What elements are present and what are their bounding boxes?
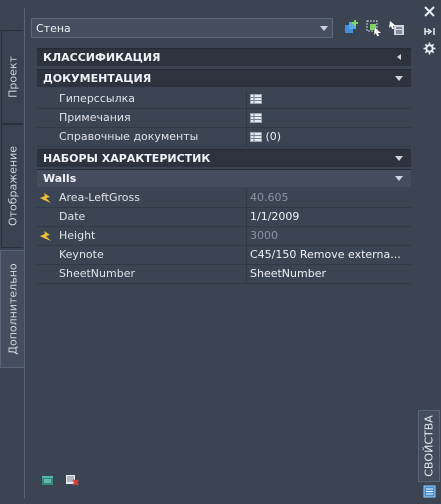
property-name: Гиперссылка: [59, 92, 135, 105]
property-name: Справочные документы: [59, 130, 199, 143]
property-name: Date: [59, 210, 86, 223]
section-property-sets-title: НАБОРЫ ХАРАКТЕРИСТИК: [43, 152, 211, 165]
property-value[interactable]: 1/1/2009: [250, 210, 408, 223]
style-dropdown-value: Стена: [36, 22, 71, 35]
section-walls[interactable]: Walls: [37, 169, 411, 187]
tab-extended[interactable]: Дополнительно: [0, 250, 25, 368]
property-value-text: (0): [265, 130, 282, 143]
property-value[interactable]: [250, 92, 408, 105]
property-row-reference-docs[interactable]: Справочные документы (0): [37, 128, 411, 147]
properties-icon[interactable]: [423, 485, 436, 498]
properties-palette: Проект Отображение Дополнительно Стена К…: [0, 0, 441, 504]
add-property-set-icon[interactable]: [41, 473, 55, 486]
column-divider: [246, 208, 247, 226]
property-row-sheetnumber[interactable]: SheetNumber SheetNumber: [37, 265, 411, 284]
close-icon[interactable]: [424, 6, 435, 17]
gear-icon[interactable]: [423, 42, 436, 55]
property-value: 3000: [250, 229, 278, 242]
property-row-notes[interactable]: Примечания: [37, 109, 411, 128]
column-divider: [246, 189, 247, 207]
chevron-left-icon: [397, 54, 401, 60]
tab-extended-label: Дополнительно: [6, 263, 20, 355]
property-value: 40.605: [250, 191, 289, 204]
property-name: Height: [59, 229, 96, 242]
property-value[interactable]: C45/150 Remove externa...: [250, 248, 408, 261]
tab-display-label: Отображение: [6, 145, 19, 227]
property-row-hyperlink[interactable]: Гиперссылка: [37, 90, 411, 109]
property-row-area-leftgross[interactable]: Area-LeftGross 40.605: [37, 189, 411, 208]
column-divider: [246, 109, 247, 127]
section-documentation-title: ДОКУМЕНТАЦИЯ: [43, 72, 152, 85]
property-row-keynote[interactable]: Keynote C45/150 Remove externa...: [37, 246, 411, 265]
section-classification-title: КЛАССИФИКАЦИЯ: [43, 51, 161, 64]
property-row-date[interactable]: Date 1/1/2009: [37, 208, 411, 227]
select-similar-icon[interactable]: [388, 19, 406, 37]
property-name: Keynote: [59, 248, 104, 261]
properties-panel: Стена КЛАССИФИКАЦИЯ ДОКУМЕНТАЦИЯ Гиперсс…: [24, 8, 418, 498]
column-divider: [246, 265, 247, 283]
palette-title-tab: СВОЙСТВА: [418, 410, 440, 482]
column-divider: [246, 90, 247, 108]
worksheet-icon[interactable]: [250, 113, 262, 123]
worksheet-icon[interactable]: [250, 132, 262, 142]
column-divider: [246, 227, 247, 245]
property-value[interactable]: SheetNumber: [250, 267, 408, 280]
lightning-icon: [40, 193, 51, 203]
property-value[interactable]: [250, 111, 408, 124]
section-classification[interactable]: КЛАССИФИКАЦИЯ: [37, 48, 411, 66]
quick-select-icon[interactable]: [365, 19, 383, 37]
lightning-icon: [40, 231, 51, 241]
property-name: SheetNumber: [59, 267, 135, 280]
property-value[interactable]: (0): [250, 130, 408, 143]
style-dropdown[interactable]: Стена: [31, 18, 333, 38]
add-selected-icon[interactable]: [342, 19, 360, 37]
tab-project[interactable]: Проект: [1, 30, 23, 124]
property-row-height[interactable]: Height 3000: [37, 227, 411, 246]
chevron-down-icon: [395, 76, 403, 81]
remove-property-set-icon[interactable]: [65, 473, 79, 486]
property-name: Area-LeftGross: [59, 191, 140, 204]
section-property-sets[interactable]: НАБОРЫ ХАРАКТЕРИСТИК: [37, 149, 411, 167]
chevron-down-icon: [395, 176, 403, 181]
chevron-down-icon: [395, 156, 403, 161]
section-documentation[interactable]: ДОКУМЕНТАЦИЯ: [37, 69, 411, 87]
column-divider: [246, 246, 247, 264]
tab-display[interactable]: Отображение: [1, 124, 23, 248]
chevron-down-icon: [320, 26, 328, 31]
worksheet-icon[interactable]: [250, 94, 262, 104]
property-name: Примечания: [59, 111, 131, 124]
auto-hide-icon[interactable]: [424, 26, 435, 37]
section-walls-title: Walls: [43, 172, 77, 185]
palette-title: СВОЙСТВА: [422, 415, 436, 477]
tab-project-label: Проект: [6, 56, 19, 98]
column-divider: [246, 128, 247, 146]
